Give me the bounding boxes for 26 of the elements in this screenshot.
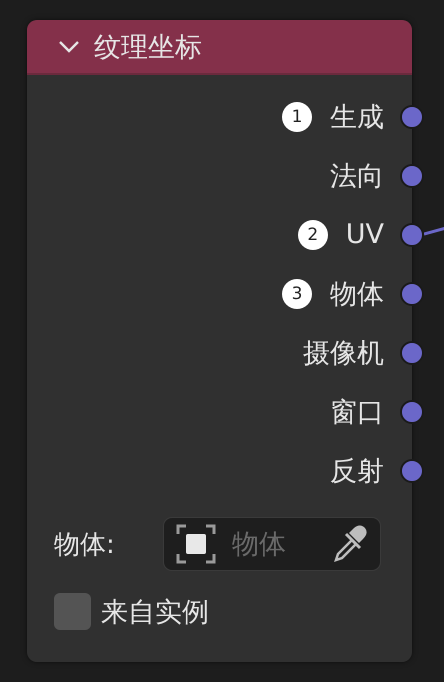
output-socket[interactable] (400, 222, 424, 246)
node-header[interactable]: 纹理坐标 (27, 20, 412, 75)
output-socket[interactable] (400, 282, 424, 306)
output-label: 物体 (330, 278, 384, 312)
node-title: 纹理坐标 (94, 30, 202, 64)
output-socket[interactable] (400, 458, 424, 482)
output-label: 摄像机 (303, 336, 384, 370)
checkbox-label: 来自实例 (101, 596, 209, 630)
output-socket[interactable] (400, 164, 424, 188)
output-label: 法向 (330, 160, 384, 194)
number-badge: 1 (282, 102, 312, 132)
field-label: 物体: (54, 528, 116, 562)
number-badge: 2 (298, 220, 328, 250)
output-label: UV (346, 219, 384, 250)
output-socket[interactable] (400, 104, 424, 128)
output-label: 生成 (330, 100, 384, 134)
field-placeholder: 物体 (232, 528, 287, 562)
output-label: 窗口 (330, 396, 384, 430)
object-icon (176, 524, 216, 564)
output-label: 反射 (330, 454, 384, 488)
output-socket[interactable] (400, 340, 424, 364)
output-socket[interactable] (400, 400, 424, 424)
number-badge: 3 (282, 278, 312, 308)
eyedropper-icon[interactable] (332, 524, 368, 564)
chevron-icon[interactable] (58, 40, 80, 54)
checkbox[interactable] (54, 593, 91, 630)
